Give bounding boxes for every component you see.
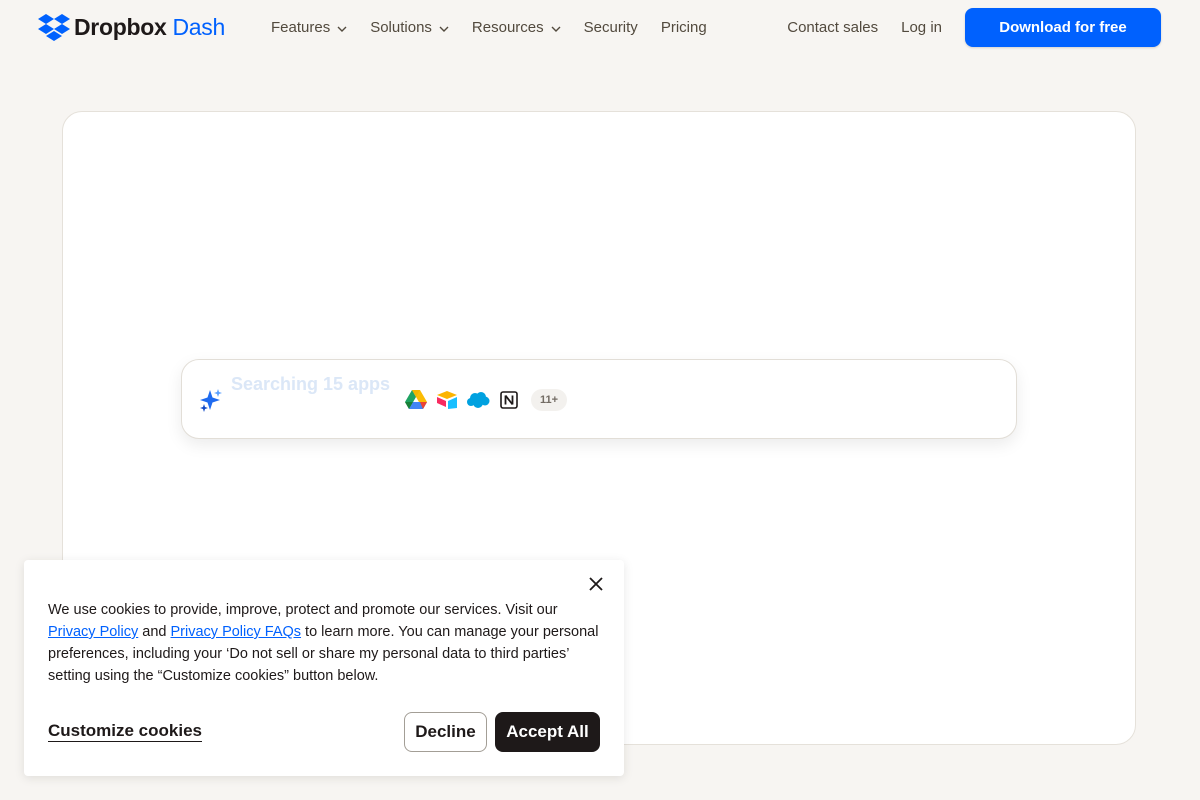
nav-item-solutions[interactable]: Solutions bbox=[370, 19, 449, 36]
decline-button[interactable]: Decline bbox=[404, 712, 487, 752]
nav-label: Resources bbox=[471, 18, 544, 36]
chevron-down-icon bbox=[337, 19, 347, 36]
airtable-icon bbox=[435, 388, 459, 412]
nav-item-pricing[interactable]: Pricing bbox=[661, 19, 707, 36]
sparkle-icon bbox=[198, 388, 224, 417]
google-drive-icon bbox=[404, 388, 428, 412]
cookie-banner: We use cookies to provide, improve, prot… bbox=[24, 560, 624, 776]
logo-brand-text: Dropbox bbox=[74, 13, 167, 40]
nav-label: Solutions bbox=[370, 18, 432, 36]
nav-item-features[interactable]: Features bbox=[271, 19, 347, 36]
nav-label: Features bbox=[271, 18, 331, 36]
notion-icon bbox=[497, 388, 521, 412]
more-apps-badge: 11+ bbox=[531, 389, 568, 411]
download-button[interactable]: Download for free bbox=[965, 8, 1161, 47]
nav-item-security[interactable]: Security bbox=[584, 19, 638, 36]
privacy-faqs-link[interactable]: Privacy Policy FAQs bbox=[171, 624, 302, 640]
search-status-text: Searching 15 apps bbox=[231, 374, 391, 394]
salesforce-icon bbox=[466, 388, 490, 412]
dropbox-dash-logo[interactable]: Dropbox Dash bbox=[38, 12, 225, 42]
nav-label: Security bbox=[583, 18, 638, 36]
nav-item-resources[interactable]: Resources bbox=[472, 19, 561, 36]
main-nav: Features Solutions Resources Security Pr… bbox=[271, 16, 730, 38]
chevron-down-icon bbox=[439, 19, 449, 36]
accept-all-button[interactable]: Accept All bbox=[495, 712, 600, 752]
logo-product-text: Dash bbox=[172, 13, 225, 40]
cookie-message: We use cookies to provide, improve, prot… bbox=[48, 599, 604, 687]
connected-apps: 11+ bbox=[404, 387, 568, 413]
contact-sales-link[interactable]: Contact sales bbox=[787, 19, 878, 36]
cookie-text-part: We use cookies to provide, improve, prot… bbox=[48, 602, 558, 618]
customize-cookies-link[interactable]: Customize cookies bbox=[48, 721, 202, 741]
login-link[interactable]: Log in bbox=[901, 19, 942, 36]
chevron-down-icon bbox=[551, 19, 561, 36]
header-right-links: Contact sales Log in bbox=[764, 16, 942, 38]
privacy-policy-link[interactable]: Privacy Policy bbox=[48, 624, 138, 640]
dropbox-logo-icon bbox=[38, 13, 70, 41]
nav-label: Pricing bbox=[660, 18, 707, 36]
cookie-text-part: and bbox=[138, 624, 171, 640]
close-icon[interactable] bbox=[586, 574, 606, 594]
dash-search-bar: Searching 15 apps 11+ bbox=[181, 359, 1017, 439]
site-header: Dropbox Dash Features Solutions Resources… bbox=[0, 0, 1200, 56]
